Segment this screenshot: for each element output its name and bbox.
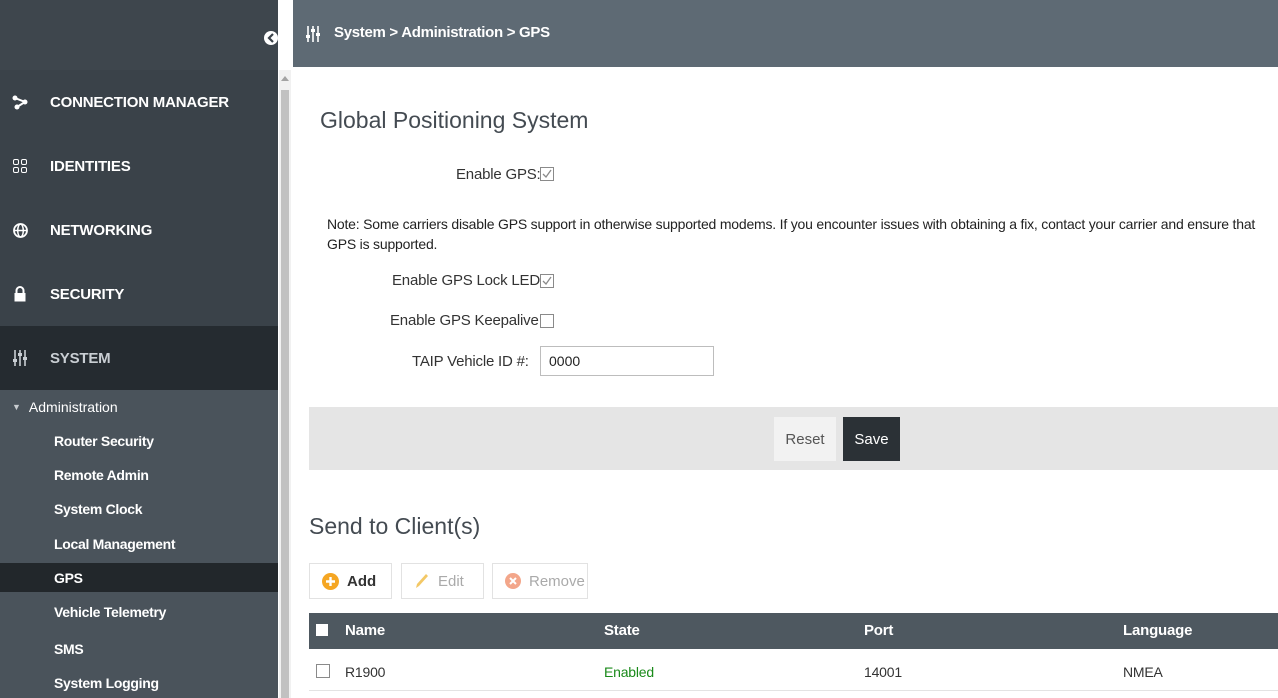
nav-label: IDENTITIES [50,157,131,175]
connection-icon [10,94,30,110]
column-header-language[interactable]: Language [1123,622,1192,639]
lock-icon [10,286,30,302]
sliders-icon [306,26,320,47]
nav-label: SYSTEM [50,349,111,367]
top-bar: System > Administration > GPS [293,0,1278,67]
subnav-local-management[interactable]: Local Management [0,529,278,558]
caret-down-icon: ▼ [12,402,21,412]
enable-gps-label: Enable GPS: [456,166,541,183]
enable-gps-checkbox[interactable] [540,167,554,181]
edit-client-button[interactable]: Edit [401,563,484,599]
globe-icon [10,222,30,238]
identities-grid-icon [10,159,30,173]
nav-label: SECURITY [50,285,125,303]
subnav-vehicle-telemetry[interactable]: Vehicle Telemetry [0,597,278,626]
subnav-system-logging[interactable]: System Logging [0,668,278,697]
taip-vehicle-id-input[interactable] [540,346,714,376]
nav-label: CONNECTION MANAGER [50,93,229,111]
nav-networking[interactable]: NETWORKING [0,198,278,262]
page-title: Global Positioning System [320,107,589,133]
scroll-up-arrow-icon[interactable] [281,76,289,81]
sidebar-header [0,0,278,70]
client-language-cell: NMEA [1123,664,1163,680]
clients-section-title: Send to Client(s) [309,513,481,539]
remove-client-button[interactable]: Remove [492,563,588,599]
client-name-cell: R1900 [345,664,386,680]
add-client-button[interactable]: Add [309,563,392,599]
subnav-gps[interactable]: GPS [0,563,278,592]
taip-vehicle-id-label: TAIP Vehicle ID #: [412,353,529,370]
client-state-cell: Enabled [604,664,654,680]
nav-security[interactable]: SECURITY [0,262,278,326]
enable-gps-lock-led-label: Enable GPS Lock LED: [392,272,544,289]
nav-connection-manager[interactable]: CONNECTION MANAGER [0,70,278,134]
subnav-system-clock[interactable]: System Clock [0,494,278,523]
row-select-checkbox[interactable] [316,664,330,678]
select-all-checkbox[interactable] [316,624,328,636]
enable-gps-keepalive-checkbox[interactable] [540,314,554,328]
subnav-remote-admin[interactable]: Remote Admin [0,460,278,489]
scrollbar-thumb[interactable] [281,90,289,698]
add-circle-icon [322,572,339,590]
enable-gps-lock-led-checkbox[interactable] [540,274,554,288]
reset-button[interactable]: Reset [774,417,836,461]
nav-label: NETWORKING [50,221,153,239]
remove-circle-icon [505,573,521,589]
client-port-cell: 14001 [864,664,902,680]
subnav-router-security[interactable]: Router Security [0,426,278,455]
subnav-sms[interactable]: SMS [0,634,278,663]
chevron-left-icon [267,33,274,43]
subnav-header-administration[interactable]: ▼ Administration [0,398,278,416]
save-button[interactable]: Save [843,417,900,461]
column-header-name[interactable]: Name [345,622,385,639]
gps-note: Note: Some carriers disable GPS support … [327,216,1256,252]
checkmark-icon [542,169,552,179]
nav-system[interactable]: SYSTEM [0,326,278,390]
column-header-state[interactable]: State [604,622,640,639]
pencil-icon [414,572,430,590]
checkmark-icon [542,276,552,286]
sliders-icon [10,350,30,366]
collapse-sidebar-button[interactable] [264,31,278,45]
nav-identities[interactable]: IDENTITIES [0,134,278,198]
enable-gps-keepalive-label: Enable GPS Keepalive: [390,312,543,329]
breadcrumb: System > Administration > GPS [334,24,550,41]
column-header-port[interactable]: Port [864,622,893,639]
